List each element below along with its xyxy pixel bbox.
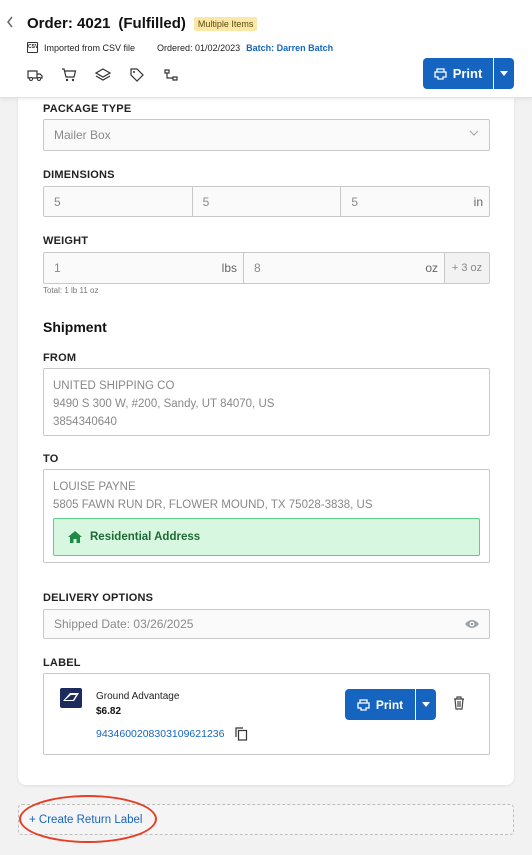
order-meta: CSV Imported from CSV file Ordered: 01/0… [27, 42, 333, 53]
weight-label: WEIGHT [43, 235, 89, 247]
label-print-label: Print [375, 697, 404, 712]
weight-inputs: 1 lbs 8 oz + 3 oz [43, 252, 490, 284]
service-name: Ground Advantage [96, 691, 180, 702]
length-input[interactable]: 5 [44, 187, 193, 216]
print-button[interactable]: Print [423, 58, 493, 89]
width-input[interactable]: 5 [193, 187, 342, 216]
oz-unit: oz [425, 261, 438, 275]
dimension-unit: in [473, 194, 484, 209]
dimensions-label: DIMENSIONS [43, 169, 115, 181]
to-label: TO [43, 453, 59, 465]
label-print-dropdown-button[interactable] [416, 689, 436, 720]
multiple-items-badge: Multiple Items [193, 16, 258, 31]
caret-down-icon [422, 702, 430, 707]
copy-icon[interactable] [235, 727, 248, 741]
dimensions-inputs: 5 5 5 in [43, 186, 490, 217]
from-name: UNITED SHIPPING CO [53, 380, 175, 392]
shipment-heading: Shipment [43, 319, 107, 335]
from-address-box[interactable]: UNITED SHIPPING CO 9490 S 300 W, #200, S… [43, 368, 490, 436]
create-return-label-button[interactable]: + Create Return Label [18, 804, 514, 835]
printer-icon [357, 698, 370, 711]
title-row: Order: 4021 (Fulfilled) Multiple Items [27, 15, 258, 32]
package-type-value: Mailer Box [54, 128, 111, 142]
from-label: FROM [43, 352, 77, 364]
import-source: Imported from CSV file [44, 42, 136, 53]
label-print-button[interactable]: Print [345, 689, 415, 720]
package-type-label: PACKAGE TYPE [43, 103, 132, 115]
usps-logo-icon [60, 688, 82, 708]
cart-icon[interactable] [61, 67, 77, 83]
print-button-label: Print [452, 66, 483, 81]
package-type-select[interactable]: Mailer Box [43, 119, 490, 151]
extra-weight: + 3 oz [445, 253, 489, 283]
order-header: Order: 4021 (Fulfilled) Multiple Items C… [0, 0, 532, 98]
caret-down-icon [500, 71, 508, 76]
back-chevron-icon[interactable] [6, 16, 16, 30]
to-street: 5805 FAWN RUN DR, FLOWER MOUND, TX 75028… [53, 499, 373, 511]
home-icon [68, 531, 82, 543]
shipping-label-card: Ground Advantage $6.82 94346002083031096… [43, 673, 490, 755]
order-title: Order: 4021 [27, 15, 111, 32]
delivery-options-label: DELIVERY OPTIONS [43, 592, 154, 604]
weight-lbs-input[interactable]: 1 lbs [44, 253, 244, 283]
height-input[interactable]: 5 in [341, 187, 489, 216]
shipped-date: Shipped Date: 03/26/2025 [54, 617, 194, 631]
shipped-date-field[interactable]: Shipped Date: 03/26/2025 [43, 609, 490, 639]
lbs-unit: lbs [221, 261, 237, 275]
from-phone: 3854340640 [53, 416, 117, 428]
print-dropdown-button[interactable] [494, 58, 514, 89]
chevron-down-icon [469, 130, 479, 136]
from-street: 9490 S 300 W, #200, Sandy, UT 84070, US [53, 398, 275, 410]
residential-label: Residential Address [90, 531, 201, 543]
ordered-date: Ordered: 01/02/2023 [157, 42, 241, 53]
eye-icon[interactable] [464, 618, 480, 630]
toolbar-icons [27, 67, 179, 83]
timeline-icon[interactable] [163, 67, 179, 83]
to-name: LOUISE PAYNE [53, 481, 136, 493]
truck-icon[interactable] [27, 67, 43, 83]
trash-icon[interactable] [453, 696, 465, 710]
to-address-box[interactable]: LOUISE PAYNE 5805 FAWN RUN DR, FLOWER MO… [43, 469, 490, 563]
label-price: $6.82 [96, 706, 122, 717]
batch-link[interactable]: Batch: Darren Batch [246, 43, 333, 53]
layers-icon[interactable] [95, 67, 111, 83]
csv-file-icon: CSV [27, 42, 38, 53]
tracking-number-link[interactable]: 9434600208303109621236 [96, 728, 224, 740]
residential-address-banner: Residential Address [53, 518, 480, 556]
order-details-card: PACKAGE TYPE Mailer Box DIMENSIONS 5 5 5… [18, 98, 514, 785]
create-return-label-text: + Create Return Label [29, 813, 143, 826]
printer-icon [434, 67, 447, 80]
weight-oz-input[interactable]: 8 oz [244, 253, 445, 283]
total-weight: Total: 1 lb 11 oz [43, 286, 99, 295]
tag-icon[interactable] [129, 67, 145, 83]
order-status: (Fulfilled) [118, 15, 186, 32]
label-section-label: LABEL [43, 657, 81, 669]
